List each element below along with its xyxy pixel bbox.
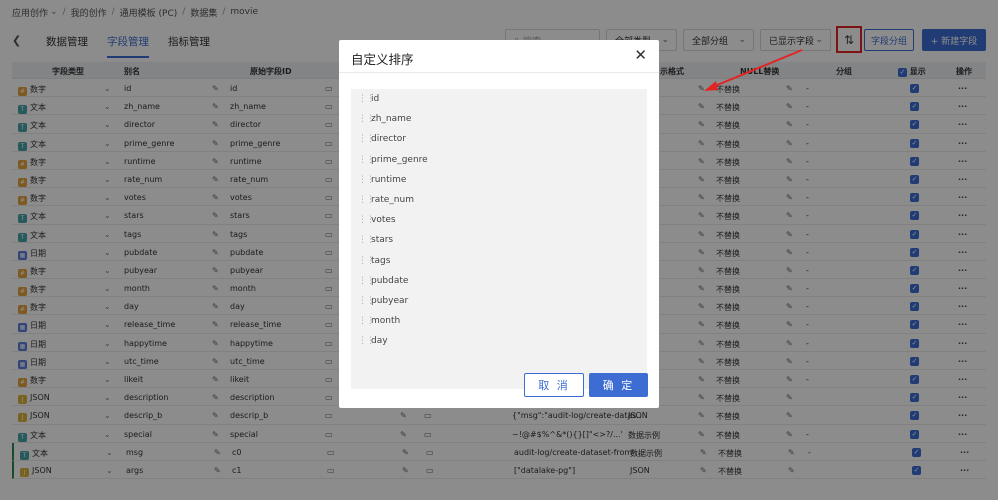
sort-list-item[interactable]: ⋮⋮ prime_genre — [351, 150, 647, 170]
divider — [339, 72, 659, 73]
drag-handle-icon[interactable]: ⋮⋮ — [351, 114, 375, 124]
drag-handle-icon[interactable]: ⋮⋮ — [351, 134, 375, 144]
sort-item-label: prime_genre — [371, 154, 428, 165]
sort-list-item[interactable]: ⋮⋮ month — [351, 311, 647, 331]
drag-handle-icon[interactable]: ⋮⋮ — [351, 256, 375, 266]
drag-handle-icon[interactable]: ⋮⋮ — [351, 155, 375, 165]
sort-list: ⋮⋮ id ⋮⋮ zh_name ⋮⋮ director ⋮⋮ prime_genre ⋮⋮ ru… — [351, 89, 647, 389]
drag-handle-icon[interactable]: ⋮⋮ — [351, 276, 375, 286]
custom-sort-dialog: 自定义排序 ✕ ⋮⋮ id ⋮⋮ zh_name ⋮⋮ director ⋮⋮ prime_g… — [339, 40, 659, 408]
sort-item-label: tags — [371, 255, 391, 266]
drag-handle-icon[interactable]: ⋮⋮ — [351, 296, 375, 306]
drag-handle-icon[interactable]: ⋮⋮ — [351, 215, 375, 225]
drag-handle-icon[interactable]: ⋮⋮ — [351, 235, 375, 245]
annotation-arrow — [704, 49, 803, 91]
sort-item-label: runtime — [371, 174, 407, 185]
confirm-button[interactable]: 确 定 — [589, 373, 648, 397]
sort-item-label: rate_num — [371, 195, 414, 206]
drag-handle-icon[interactable]: ⋮⋮ — [351, 175, 375, 185]
sort-item-label: director — [371, 134, 406, 145]
sort-list-item[interactable]: ⋮⋮ tags — [351, 251, 647, 271]
sort-item-label: id — [371, 94, 380, 105]
close-icon[interactable]: ✕ — [634, 46, 647, 64]
dialog-title: 自定义排序 — [351, 52, 414, 67]
sort-item-label: month — [371, 316, 401, 327]
sort-item-label: zh_name — [371, 114, 412, 125]
sort-item-label: stars — [371, 235, 394, 246]
sort-list-item[interactable]: ⋮⋮ zh_name — [351, 109, 647, 129]
sort-list-item[interactable]: ⋮⋮ day — [351, 331, 647, 351]
sort-list-item[interactable]: ⋮⋮ pubdate — [351, 271, 647, 291]
drag-handle-icon[interactable]: ⋮⋮ — [351, 94, 375, 104]
drag-handle-icon[interactable]: ⋮⋮ — [351, 336, 375, 346]
cancel-button[interactable]: 取 消 — [524, 373, 584, 397]
sort-list-item[interactable]: ⋮⋮ runtime — [351, 170, 647, 190]
sort-list-item[interactable]: ⋮⋮ pubyear — [351, 291, 647, 311]
drag-handle-icon[interactable]: ⋮⋮ — [351, 195, 375, 205]
sort-list-item[interactable]: ⋮⋮ director — [351, 129, 647, 149]
sort-item-label: votes — [371, 215, 396, 226]
sort-item-label: pubyear — [371, 295, 409, 306]
sort-list-item[interactable]: ⋮⋮ rate_num — [351, 190, 647, 210]
sort-list-item[interactable]: ⋮⋮ id — [351, 89, 647, 109]
sort-item-label: day — [371, 336, 388, 347]
sort-item-label: pubdate — [371, 275, 409, 286]
sort-list-item[interactable]: ⋮⋮ votes — [351, 210, 647, 230]
drag-handle-icon[interactable]: ⋮⋮ — [351, 316, 375, 326]
sort-list-item[interactable]: ⋮⋮ stars — [351, 230, 647, 250]
